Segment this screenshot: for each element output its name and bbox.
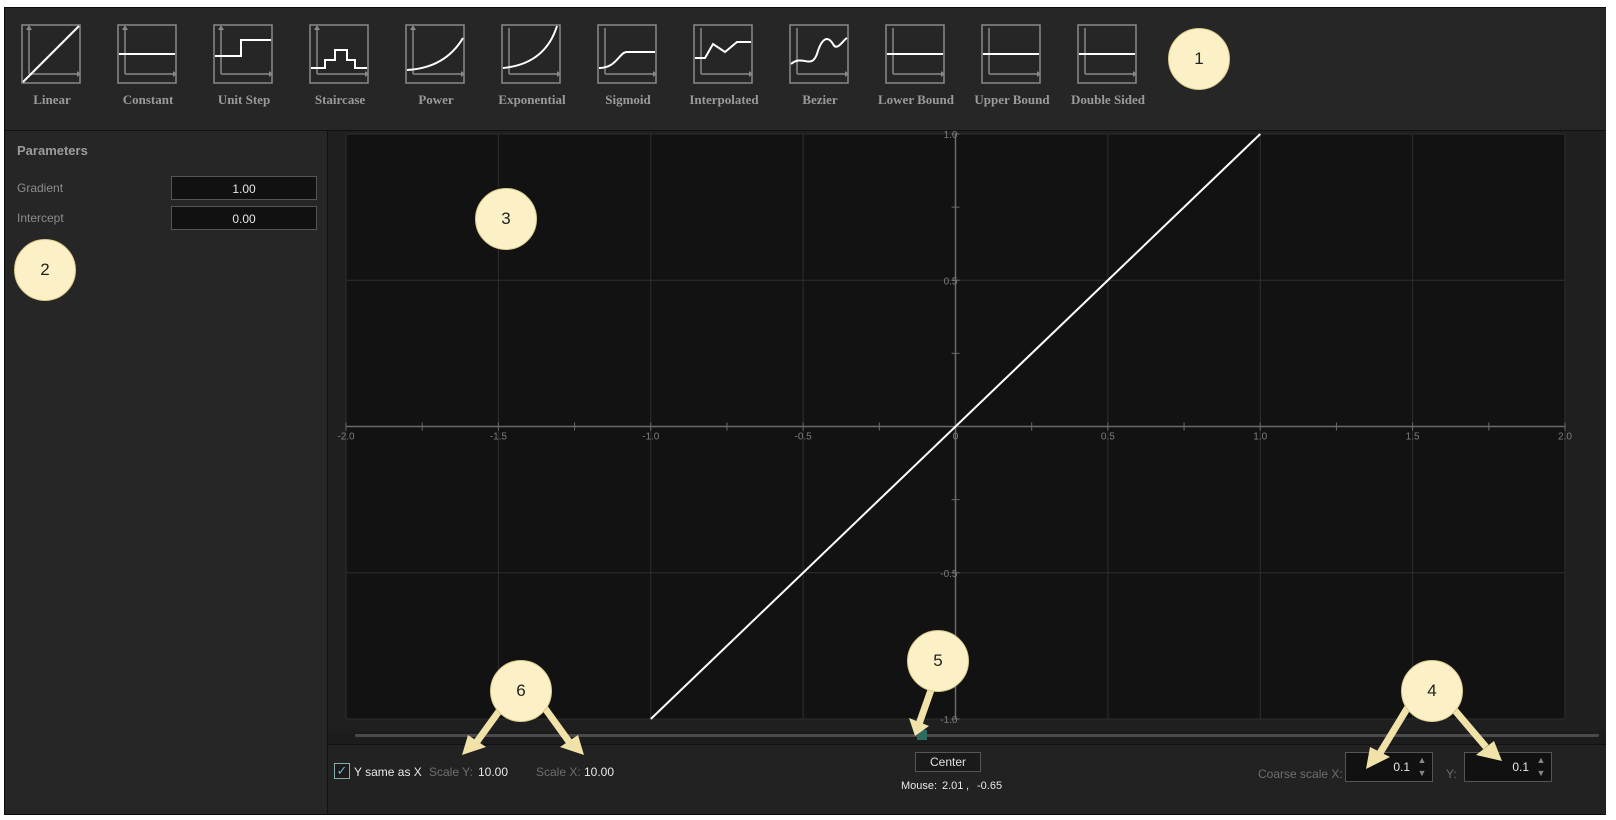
- scale-y-value[interactable]: 10.00: [478, 765, 508, 779]
- gradient-row: Gradient 1.00: [17, 176, 317, 202]
- y-same-as-x-label: Y same as X: [354, 765, 422, 779]
- tool-sigmoid[interactable]: Sigmoid: [581, 12, 675, 124]
- scale-y-label: Scale Y:: [429, 765, 473, 779]
- coarse-scale-x-label: Coarse scale X:: [1258, 767, 1343, 781]
- curve-editor-window: Linear Constant Unit Step Staircase Powe…: [4, 7, 1612, 815]
- callout-6: 6: [490, 660, 552, 722]
- x-tick-label: 0: [953, 432, 959, 443]
- tool-label: Exponential: [498, 92, 566, 107]
- tool-label: Upper Bound: [974, 92, 1050, 107]
- exponential-graph-icon: [501, 24, 561, 84]
- x-tick-label: -0.5: [795, 432, 813, 443]
- tool-label: Constant: [122, 92, 174, 107]
- tool-double-sided[interactable]: Double Sided: [1061, 12, 1155, 124]
- curve-type-toolbar: Linear Constant Unit Step Staircase Powe…: [5, 8, 1611, 131]
- tool-interpolated[interactable]: Interpolated: [677, 12, 771, 124]
- x-tick-label: 1.5: [1406, 432, 1420, 443]
- callout-5: 5: [907, 630, 969, 692]
- interpolated-graph-icon: [693, 24, 753, 84]
- plot-area[interactable]: -2.0 -1.5 -1.0 -0.5 0 0.5 1.0 1.5 2.0 1.0 0.5 -0.5-…: [328, 131, 1611, 731]
- decrement-arrow-icon[interactable]: ▼: [1533, 767, 1549, 780]
- constant-graph-icon: [117, 24, 177, 84]
- sigmoid-graph-icon: [597, 24, 657, 84]
- power-graph-icon: [405, 24, 465, 84]
- tool-unit-step[interactable]: Unit Step: [197, 12, 291, 124]
- upper-bound-graph-icon: [981, 24, 1041, 84]
- coarse-scale-y-value: 0.1: [1512, 760, 1529, 774]
- tool-label: Bezier: [802, 92, 838, 107]
- callout-1: 1: [1168, 28, 1230, 90]
- bezier-graph-icon: [789, 24, 849, 84]
- tool-exponential[interactable]: Exponential: [485, 12, 579, 124]
- tool-label: Unit Step: [217, 92, 271, 107]
- double-sided-graph-icon: [1077, 24, 1137, 84]
- y-tick-label: -0.5: [940, 569, 958, 580]
- scale-x-label: Scale X:: [536, 765, 581, 779]
- x-tick-label: 1.0: [1253, 432, 1267, 443]
- tool-upper-bound[interactable]: Upper Bound: [965, 12, 1059, 124]
- page-edge: [1606, 0, 1616, 820]
- tool-staircase[interactable]: Staircase: [293, 12, 387, 124]
- mouse-y-value: -0.65: [977, 780, 1003, 792]
- center-button[interactable]: Center: [915, 752, 981, 772]
- lower-bound-graph-icon: [885, 24, 945, 84]
- parameters-title: Parameters: [17, 143, 88, 158]
- gradient-input[interactable]: 1.00: [171, 176, 317, 200]
- scale-x-value[interactable]: 10.00: [584, 765, 614, 779]
- intercept-row: Intercept 0.00: [17, 206, 317, 232]
- tool-label: Staircase: [314, 92, 366, 107]
- tool-label: Sigmoid: [605, 92, 651, 107]
- x-tick-label: -1.5: [490, 432, 508, 443]
- y-same-as-x-checkbox[interactable]: ✓: [334, 763, 350, 779]
- x-tick-label: -2.0: [337, 432, 355, 443]
- tool-label: Double Sided: [1070, 92, 1146, 107]
- tool-lower-bound[interactable]: Lower Bound: [869, 12, 963, 124]
- tool-label: Linear: [33, 92, 71, 107]
- gradient-label: Gradient: [17, 181, 64, 195]
- tool-power[interactable]: Power: [389, 12, 483, 124]
- x-tick-label: 2.0: [1558, 432, 1572, 443]
- tool-label: Interpolated: [689, 92, 759, 107]
- parameters-panel: Parameters Gradient 1.00 Intercept 0.00 …: [5, 131, 328, 814]
- mouse-label: Mouse:: [901, 780, 938, 792]
- y-tick-label: 1.0: [944, 131, 958, 141]
- callout-5-arrow: [909, 688, 935, 736]
- intercept-input[interactable]: 0.00: [171, 206, 317, 230]
- x-tick-label: 0.5: [1101, 432, 1115, 443]
- callout-3: 3: [475, 188, 537, 250]
- callout-4: 4: [1401, 660, 1463, 722]
- staircase-graph-icon: [309, 24, 369, 84]
- linear-graph-icon: [21, 24, 81, 84]
- tool-label: Power: [418, 92, 454, 107]
- y-tick-label: 0.5: [944, 276, 958, 287]
- mouse-x-value: 2.01: [942, 780, 964, 792]
- tool-linear[interactable]: Linear: [5, 12, 99, 124]
- mouse-separator: ,: [966, 780, 970, 792]
- tool-constant[interactable]: Constant: [101, 12, 195, 124]
- tool-label: Lower Bound: [878, 92, 954, 107]
- tool-bezier[interactable]: Bezier: [773, 12, 867, 124]
- increment-arrow-icon[interactable]: ▲: [1533, 754, 1549, 767]
- intercept-label: Intercept: [17, 211, 64, 225]
- callout-2: 2: [14, 239, 76, 301]
- unit-step-graph-icon: [213, 24, 273, 84]
- x-tick-label: -1.0: [642, 432, 660, 443]
